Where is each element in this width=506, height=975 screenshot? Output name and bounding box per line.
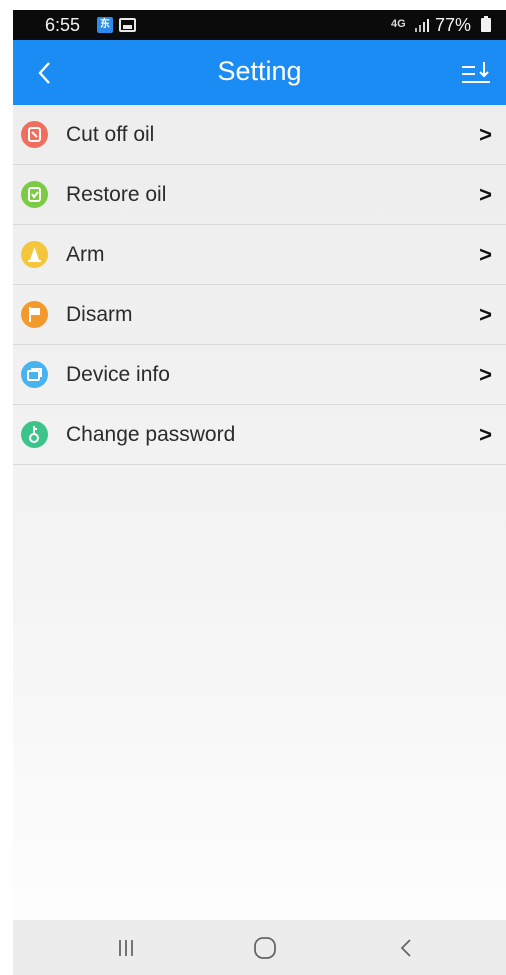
- chevron-right-icon: >: [479, 362, 492, 387]
- key-icon: [21, 421, 48, 448]
- app-notification-icon: 东: [97, 17, 113, 33]
- status-bar: 6:55 东 4G 77%: [13, 10, 506, 40]
- back-icon[interactable]: [391, 934, 421, 962]
- menu-item-label: Arm: [66, 243, 105, 266]
- status-time: 6:55: [45, 15, 81, 35]
- device-info-icon: [21, 361, 48, 388]
- chevron-right-icon: >: [479, 302, 492, 327]
- battery-percent: 77%: [435, 15, 472, 35]
- arm-icon: [21, 241, 48, 268]
- flag-icon: [21, 301, 48, 328]
- menu-item-arm[interactable]: Arm >: [13, 225, 506, 285]
- phone-screen: 6:55 东 4G 77% Setting Cut off oil > Rest…: [13, 10, 506, 975]
- sort-icon[interactable]: [459, 59, 493, 87]
- home-icon[interactable]: [250, 934, 280, 962]
- system-nav-bar: [13, 920, 506, 975]
- menu-item-label: Cut off oil: [66, 123, 155, 146]
- restore-oil-icon: [21, 181, 48, 208]
- menu-item-label: Disarm: [66, 303, 133, 326]
- menu-item-label: Restore oil: [66, 183, 167, 206]
- menu-item-device-info[interactable]: Device info >: [13, 345, 506, 405]
- settings-menu: Cut off oil > Restore oil > Arm > Disarm…: [13, 105, 506, 465]
- menu-item-disarm[interactable]: Disarm >: [13, 285, 506, 345]
- chevron-right-icon: >: [479, 422, 492, 447]
- signal-icon: [415, 19, 429, 32]
- chevron-right-icon: >: [479, 122, 492, 147]
- network-type: 4G: [391, 18, 406, 30]
- page-title: Setting: [217, 56, 302, 86]
- menu-item-label: Change password: [66, 423, 236, 446]
- menu-item-restore-oil[interactable]: Restore oil >: [13, 165, 506, 225]
- menu-item-change-password[interactable]: Change password >: [13, 405, 506, 465]
- recent-apps-icon[interactable]: [111, 934, 141, 962]
- menu-item-label: Device info: [66, 363, 170, 386]
- cut-oil-icon: [21, 121, 48, 148]
- menu-item-cut-off-oil[interactable]: Cut off oil >: [13, 105, 506, 165]
- chevron-right-icon: >: [479, 182, 492, 207]
- image-notification-icon: [119, 18, 136, 32]
- chevron-right-icon: >: [479, 242, 492, 267]
- battery-icon: [481, 16, 491, 32]
- app-header: Setting: [13, 40, 506, 105]
